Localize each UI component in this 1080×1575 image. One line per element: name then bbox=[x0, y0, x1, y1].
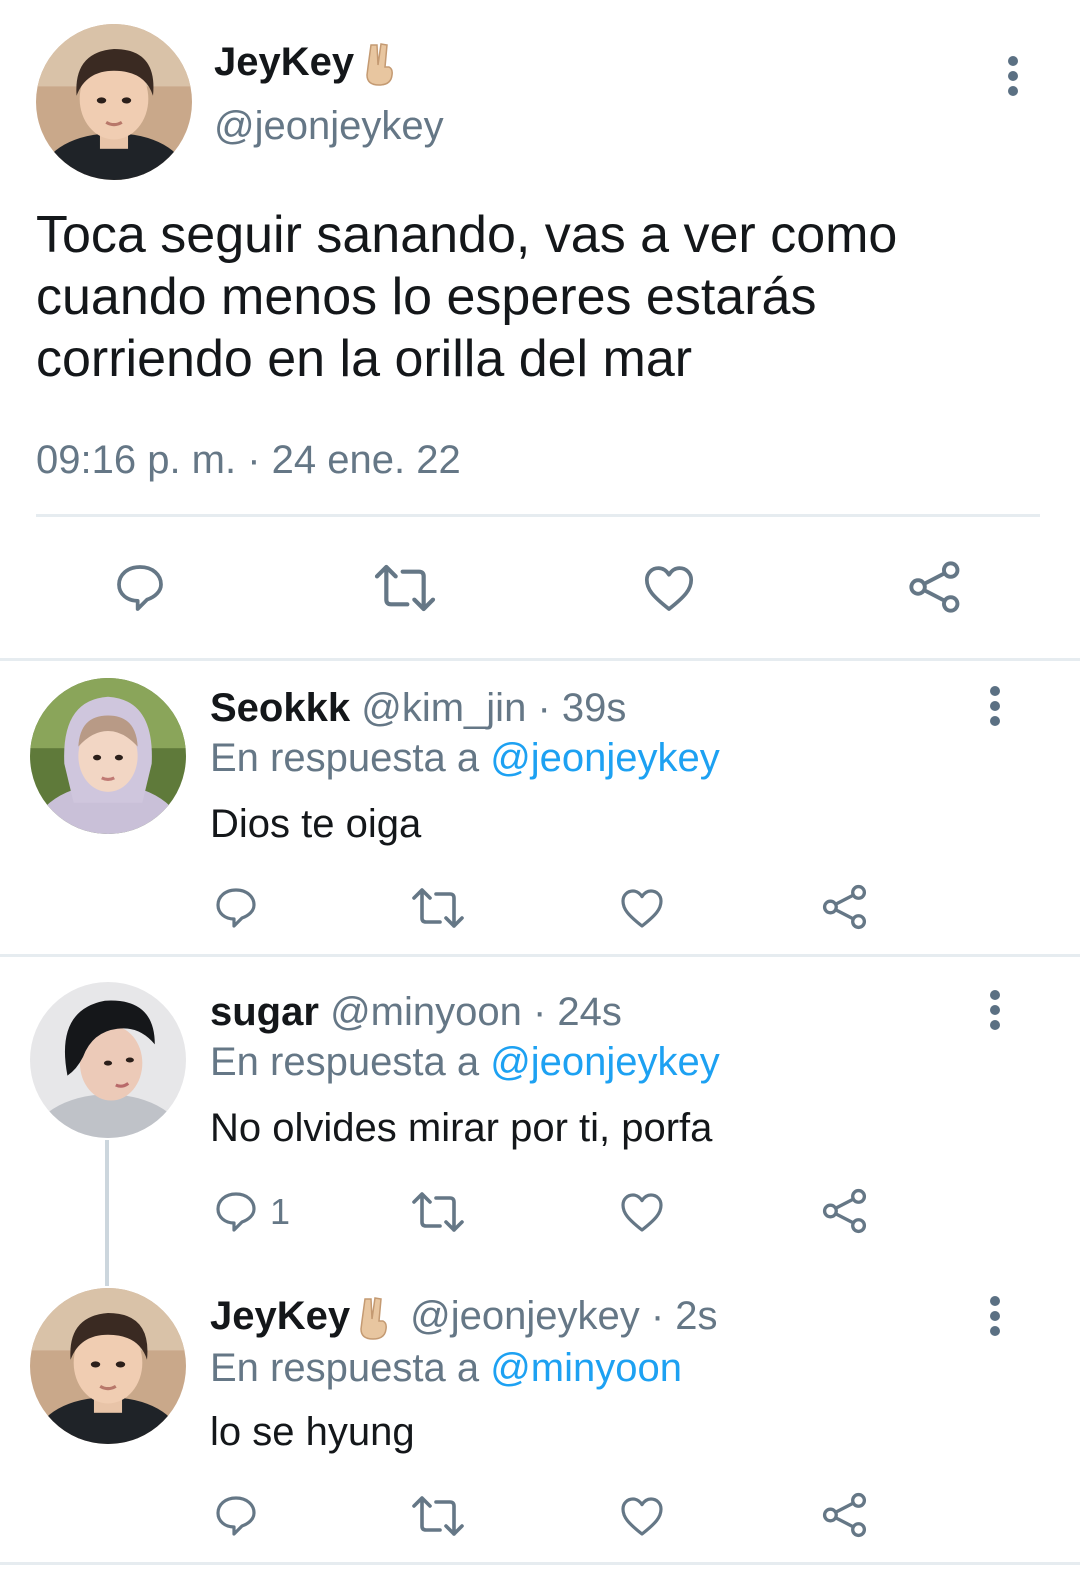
time-ago[interactable]: · 39s bbox=[537, 686, 626, 730]
comment-icon[interactable] bbox=[212, 1188, 260, 1236]
display-name[interactable]: Seokkk bbox=[210, 686, 350, 730]
more-icon[interactable] bbox=[1006, 56, 1020, 96]
more-icon[interactable] bbox=[988, 686, 1002, 726]
victory-hand-emoji bbox=[352, 1295, 394, 1341]
divider bbox=[0, 954, 1080, 957]
mention-link[interactable]: @jeonjeykey bbox=[490, 736, 720, 780]
like-icon[interactable] bbox=[618, 884, 666, 932]
display-name[interactable]: JeyKey bbox=[214, 40, 354, 84]
reply-context: En respuesta a @minyoon bbox=[210, 1344, 682, 1392]
retweet-icon[interactable] bbox=[410, 1492, 466, 1540]
share-icon[interactable] bbox=[820, 1490, 870, 1540]
reply-context: En respuesta a @jeonjeykey bbox=[210, 1038, 720, 1086]
divider bbox=[0, 1562, 1080, 1565]
avatar[interactable] bbox=[30, 982, 186, 1138]
retweet-icon[interactable] bbox=[410, 1188, 466, 1236]
mention-link[interactable]: @minyoon bbox=[490, 1346, 682, 1390]
comment-icon[interactable] bbox=[112, 560, 168, 616]
reply-text: lo se hyung bbox=[210, 1410, 415, 1454]
reply-prefix: En respuesta a bbox=[210, 1040, 480, 1084]
reply-header: JeyKey @jeonjeykey · 2s bbox=[210, 1292, 718, 1341]
reply-count: 1 bbox=[270, 1191, 291, 1232]
timestamp[interactable]: 09:16 p. m. · 24 ene. 22 bbox=[36, 436, 461, 484]
reply-context: En respuesta a @jeonjeykey bbox=[210, 734, 720, 782]
reply-header: sugar @minyoon · 24s bbox=[210, 988, 622, 1036]
divider bbox=[0, 658, 1080, 661]
reply-prefix: En respuesta a bbox=[210, 1346, 480, 1390]
comment-icon[interactable] bbox=[212, 884, 260, 932]
reply-text: Dios te oiga bbox=[210, 802, 422, 846]
display-name[interactable]: JeyKey bbox=[210, 1294, 350, 1338]
reply-header: Seokkk @kim_jin · 39s bbox=[210, 684, 626, 732]
handle[interactable]: @kim_jin bbox=[361, 686, 526, 730]
handle[interactable]: @jeonjeykey bbox=[410, 1294, 640, 1338]
like-icon[interactable] bbox=[640, 560, 698, 616]
handle[interactable]: @jeonjeykey bbox=[214, 102, 444, 150]
reply-prefix: En respuesta a bbox=[210, 736, 480, 780]
avatar[interactable] bbox=[36, 24, 192, 180]
thread-line bbox=[105, 1140, 109, 1286]
time-ago[interactable]: · 2s bbox=[651, 1294, 718, 1338]
avatar[interactable] bbox=[30, 678, 186, 834]
share-icon[interactable] bbox=[820, 1186, 870, 1236]
tweet-text: Toca seguir sanando, vas a ver como cuan… bbox=[36, 206, 898, 388]
more-icon[interactable] bbox=[988, 990, 1002, 1030]
reply-text: No olvides mirar por ti, porfa bbox=[210, 1106, 713, 1150]
time-ago[interactable]: · 24s bbox=[533, 990, 622, 1034]
more-icon[interactable] bbox=[988, 1296, 1002, 1336]
like-icon[interactable] bbox=[618, 1492, 666, 1540]
comment-icon[interactable] bbox=[212, 1492, 260, 1540]
handle[interactable]: @minyoon bbox=[330, 990, 522, 1034]
divider bbox=[36, 514, 1040, 517]
retweet-icon[interactable] bbox=[372, 560, 438, 616]
victory-hand-emoji bbox=[358, 41, 400, 87]
retweet-icon[interactable] bbox=[410, 884, 466, 932]
share-icon[interactable] bbox=[820, 882, 870, 932]
like-icon[interactable] bbox=[618, 1188, 666, 1236]
display-name[interactable]: sugar bbox=[210, 990, 319, 1034]
author-line: JeyKey bbox=[214, 38, 400, 87]
share-icon[interactable] bbox=[906, 558, 964, 616]
mention-link[interactable]: @jeonjeykey bbox=[490, 1040, 720, 1084]
avatar[interactable] bbox=[30, 1288, 186, 1444]
